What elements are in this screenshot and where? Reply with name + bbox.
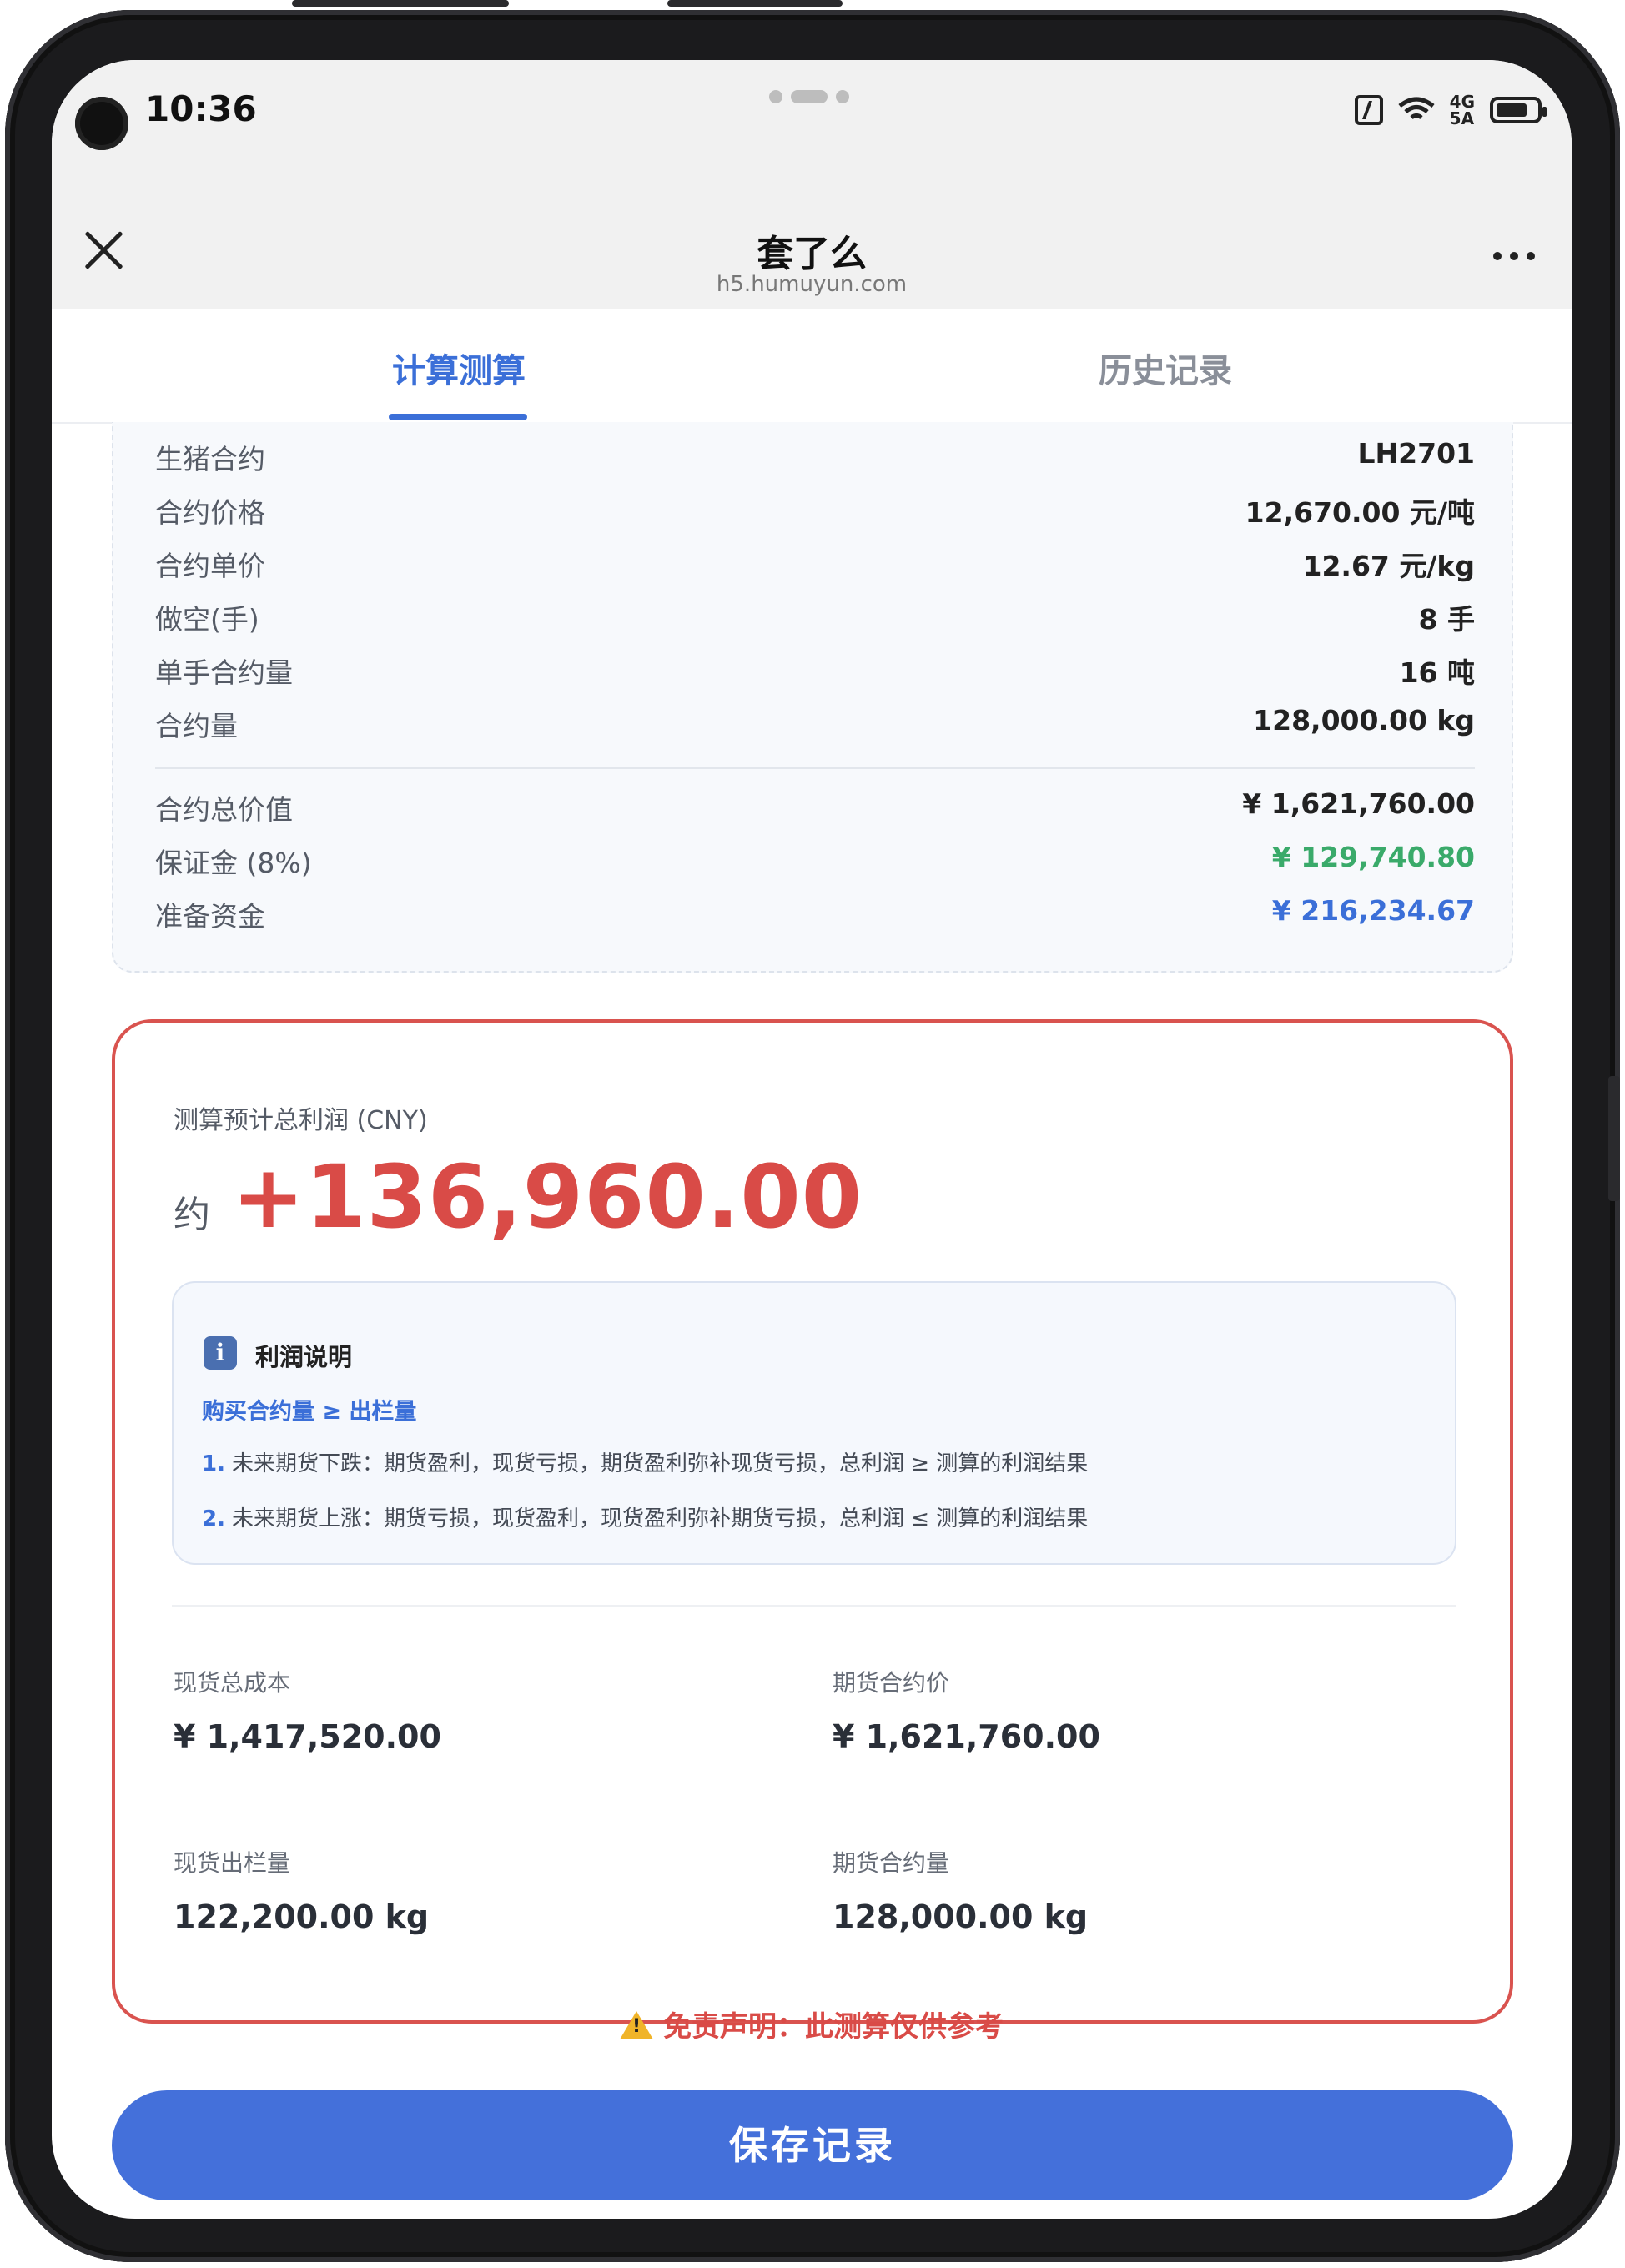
note-line: 2. 未来期货上涨：期货亏损，现货盈利，现货盈利弥补期货亏损，总利润 ≤ 测算的利… <box>202 1506 1089 1531</box>
contract-row: 生猪合约 LH2701 <box>155 437 1475 475</box>
futures-contract-price-value: ¥ 1,621,760.00 <box>833 1718 1100 1755</box>
tab-history[interactable]: 历史记录 <box>1099 344 1232 392</box>
profit-label: 测算预计总利润 (CNY) <box>174 1106 428 1135</box>
window-handle[interactable] <box>769 90 849 103</box>
profit-prefix: 约 <box>174 1194 210 1236</box>
front-camera <box>75 97 128 150</box>
page-url: h5.humuyun.com <box>716 272 908 297</box>
note-condition: 购买合约量 ≥ 出栏量 <box>202 1399 417 1425</box>
contract-row: 合约价格 12,670.00 元/吨 <box>155 496 1475 529</box>
side-button <box>1608 1076 1620 1201</box>
divider <box>172 1605 1456 1607</box>
spot-output-value: 122,200.00 kg <box>174 1898 430 1935</box>
futures-contract-volume-value: 128,000.00 kg <box>833 1898 1089 1935</box>
profit-value: +136,960.00 <box>232 1146 863 1248</box>
profit-result-card: 测算预计总利润 (CNY) 约 +136,960.00 i 利润说明 购买合约量… <box>112 1019 1513 2024</box>
contract-row: 单手合约量 16 吨 <box>155 656 1475 689</box>
contract-row: 合约量 128,000.00 kg <box>155 704 1475 742</box>
spot-total-cost-label: 现货总成本 <box>174 1669 291 1697</box>
nfc-icon <box>1354 95 1383 125</box>
browser-nav-bar: 套了么 h5.humuyun.com <box>52 160 1572 309</box>
status-bar: 10:36 4G 5A <box>52 60 1572 160</box>
spot-output-label: 现货出栏量 <box>174 1849 291 1877</box>
wifi-icon <box>1398 97 1435 120</box>
top-button <box>667 0 843 7</box>
futures-contract-price-label: 期货合约价 <box>833 1669 950 1697</box>
disclaimer: 免责声明：此测算仅供参考 <box>52 2004 1572 2044</box>
save-record-button[interactable]: 保存记录 <box>112 2090 1513 2200</box>
profit-explanation-box: i 利润说明 购买合约量 ≥ 出栏量 1. 未来期货下跌：期货盈利，现货亏损，期货… <box>172 1281 1456 1565</box>
contract-total-value: 合约总价值 ¥ 1,621,760.00 <box>155 787 1475 826</box>
contract-row: 合约单价 12.67 元/kg <box>155 550 1475 582</box>
reserve-funds: 准备资金 ¥ 216,234.67 <box>155 894 1475 933</box>
more-options-icon[interactable] <box>1493 252 1535 260</box>
top-button <box>292 0 509 7</box>
contract-summary-card: 生猪合约 LH2701 合约价格 12,670.00 元/吨 合约单价 12.67 元… <box>112 422 1513 973</box>
screen: 10:36 4G 5A 套了么 h5.humuyun.com 计算测算 历史记录… <box>52 60 1572 2219</box>
device-frame: 10:36 4G 5A 套了么 h5.humuyun.com 计算测算 历史记录… <box>0 0 1625 2268</box>
tab-bar: 计算测算 历史记录 <box>52 309 1572 424</box>
status-time: 10:36 <box>145 88 257 129</box>
cellular-signal-icon: 4G 5A <box>1449 92 1475 128</box>
info-icon: i <box>204 1336 237 1370</box>
page-title: 套了么 <box>757 233 867 275</box>
spot-total-cost-value: ¥ 1,417,520.00 <box>174 1718 441 1755</box>
contract-row: 做空(手) 8 手 <box>155 603 1475 636</box>
divider <box>155 767 1475 769</box>
note-line: 1. 未来期货下跌：期货盈利，现货亏损，期货盈利弥补现货亏损，总利润 ≥ 测算的利… <box>202 1451 1089 1476</box>
tab-calculation[interactable]: 计算测算 <box>392 344 526 392</box>
active-tab-indicator <box>389 414 527 420</box>
status-icons: 4G 5A <box>1354 92 1547 128</box>
battery-icon <box>1490 97 1547 123</box>
futures-contract-volume-label: 期货合约量 <box>833 1849 950 1877</box>
warning-icon <box>620 2011 653 2039</box>
note-title: 利润说明 <box>255 1343 353 1371</box>
margin-deposit: 保证金 (8%) ¥ 129,740.80 <box>155 841 1475 879</box>
